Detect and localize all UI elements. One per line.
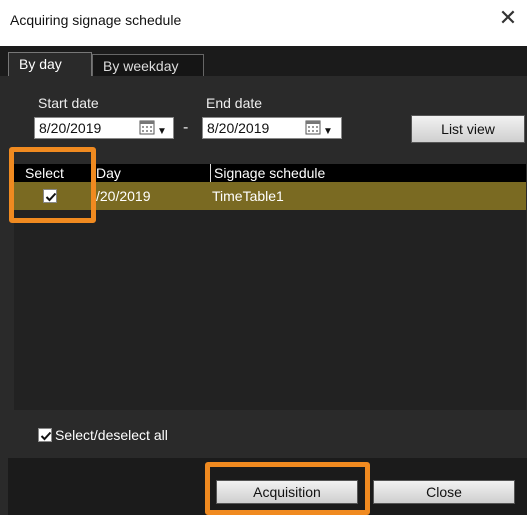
end-date-picker[interactable]: 8/20/2019 ▼: [202, 117, 342, 139]
row-day-value: /20/2019: [96, 188, 151, 204]
column-header-day[interactable]: Day: [92, 164, 210, 182]
tab-by-day[interactable]: By day: [8, 52, 92, 76]
tab-strip: By day By weekday: [0, 46, 527, 76]
tab-by-weekday[interactable]: By weekday: [92, 54, 204, 76]
checkmark-icon: [40, 431, 52, 441]
calendar-icon: [139, 120, 155, 135]
start-date-picker[interactable]: 8/20/2019 ▼: [34, 117, 174, 139]
close-icon[interactable]: ✕: [497, 7, 519, 30]
row-schedule-value: TimeTable1: [212, 188, 284, 204]
date-range-separator: -: [183, 119, 189, 136]
start-date-label: Start date: [38, 95, 99, 111]
chevron-down-icon: ▼: [323, 126, 333, 137]
close-button[interactable]: Close: [373, 480, 515, 504]
chevron-down-icon: ▼: [157, 126, 167, 137]
select-column-highlight: [9, 147, 96, 223]
end-date-label: End date: [206, 95, 263, 111]
select-all-checkbox[interactable]: [38, 428, 52, 442]
dialog-window: Acquiring signage schedule ✕ By day By w…: [0, 0, 527, 515]
select-all-label: Select/deselect all: [55, 427, 168, 443]
list-view-button[interactable]: List view: [411, 115, 525, 143]
acquisition-button-highlight: [205, 462, 370, 515]
column-header-signage-schedule[interactable]: Signage schedule: [210, 164, 526, 182]
end-date-value: 8/20/2019: [207, 120, 270, 136]
start-date-value: 8/20/2019: [39, 120, 102, 136]
window-title: Acquiring signage schedule: [10, 12, 182, 28]
calendar-icon: [305, 120, 321, 135]
title-bar: Acquiring signage schedule ✕: [0, 0, 527, 47]
